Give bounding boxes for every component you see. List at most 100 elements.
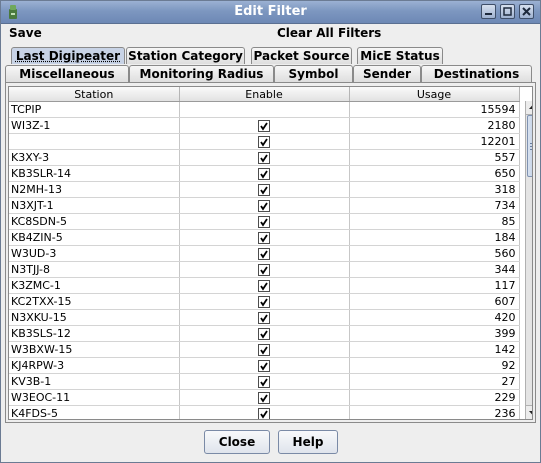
table-row[interactable]: N3XJT-1 734 bbox=[9, 197, 520, 214]
usage-cell[interactable]: 607 bbox=[349, 293, 520, 310]
table-row[interactable]: KB3SLR-14 650 bbox=[9, 165, 520, 182]
enable-cell[interactable] bbox=[179, 389, 350, 406]
table-row[interactable]: KB4ZIN-5 184 bbox=[9, 229, 520, 246]
title-bar[interactable]: Edit Filter bbox=[1, 1, 540, 24]
table-row[interactable]: K3ZMC-1 117 bbox=[9, 277, 520, 294]
table-row[interactable]: KC2TXX-15 607 bbox=[9, 293, 520, 310]
station-cell[interactable]: W3BXW-15 bbox=[9, 341, 180, 358]
table-row[interactable]: N2MH-13 318 bbox=[9, 181, 520, 198]
usage-cell[interactable]: 229 bbox=[349, 389, 520, 406]
enable-cell[interactable] bbox=[179, 101, 350, 118]
station-cell[interactable]: KC2TXX-15 bbox=[9, 293, 180, 310]
table-row[interactable]: WI3Z-1 2180 bbox=[9, 117, 520, 134]
tab-destinations[interactable]: Destinations bbox=[421, 65, 532, 82]
usage-cell[interactable]: 15594 bbox=[349, 101, 520, 118]
station-cell[interactable]: N3XKU-15 bbox=[9, 309, 180, 326]
enable-cell[interactable] bbox=[179, 197, 350, 214]
enable-checkbox[interactable] bbox=[258, 280, 270, 292]
station-cell[interactable]: K3XY-3 bbox=[9, 149, 180, 166]
station-cell[interactable] bbox=[9, 133, 180, 150]
station-cell[interactable]: KV3B-1 bbox=[9, 373, 180, 390]
tab-monitoring-radius[interactable]: Monitoring Radius bbox=[129, 65, 274, 82]
table-row[interactable]: K4FDS-5 236 bbox=[9, 405, 520, 419]
enable-checkbox[interactable] bbox=[258, 232, 270, 244]
usage-cell[interactable]: 650 bbox=[349, 165, 520, 182]
station-cell[interactable]: KJ4RPW-3 bbox=[9, 357, 180, 374]
vertical-scrollbar[interactable] bbox=[525, 101, 532, 419]
table-row[interactable]: W3UD-3 560 bbox=[9, 245, 520, 262]
table-row[interactable]: N3TJJ-8 344 bbox=[9, 261, 520, 278]
station-cell[interactable]: TCPIP bbox=[9, 101, 180, 118]
enable-cell[interactable] bbox=[179, 309, 350, 326]
station-cell[interactable]: K3ZMC-1 bbox=[9, 277, 180, 294]
station-cell[interactable]: K4FDS-5 bbox=[9, 405, 180, 419]
enable-checkbox[interactable] bbox=[258, 120, 270, 132]
enable-cell[interactable] bbox=[179, 277, 350, 294]
usage-cell[interactable]: 92 bbox=[349, 357, 520, 374]
usage-cell[interactable]: 344 bbox=[349, 261, 520, 278]
scroll-up-button[interactable] bbox=[526, 101, 532, 115]
usage-cell[interactable]: 117 bbox=[349, 277, 520, 294]
station-cell[interactable]: KC8SDN-5 bbox=[9, 213, 180, 230]
table-row[interactable]: KV3B-1 27 bbox=[9, 373, 520, 390]
usage-cell[interactable]: 142 bbox=[349, 341, 520, 358]
tab-last-digipeater[interactable]: Last Digipeater bbox=[11, 47, 125, 64]
enable-checkbox[interactable] bbox=[258, 344, 270, 356]
enable-cell[interactable] bbox=[179, 117, 350, 134]
usage-cell[interactable]: 236 bbox=[349, 405, 520, 419]
enable-checkbox[interactable] bbox=[258, 184, 270, 196]
enable-checkbox[interactable] bbox=[258, 200, 270, 212]
tab-symbol[interactable]: Symbol bbox=[274, 65, 353, 82]
close-button[interactable]: Close bbox=[204, 430, 270, 454]
tab-station-category[interactable]: Station Category bbox=[126, 47, 245, 64]
menu-clear-all-filters[interactable]: Clear All Filters bbox=[277, 26, 381, 40]
enable-checkbox[interactable] bbox=[258, 216, 270, 228]
station-cell[interactable]: W3UD-3 bbox=[9, 245, 180, 262]
maximize-button[interactable] bbox=[500, 4, 515, 19]
tab-sender[interactable]: Sender bbox=[353, 65, 421, 82]
enable-cell[interactable] bbox=[179, 133, 350, 150]
usage-cell[interactable]: 399 bbox=[349, 325, 520, 342]
header-usage[interactable]: Usage bbox=[349, 87, 520, 102]
station-cell[interactable]: KB4ZIN-5 bbox=[9, 229, 180, 246]
enable-checkbox[interactable] bbox=[258, 408, 270, 419]
tab-packet-source[interactable]: Packet Source bbox=[251, 47, 352, 64]
header-station[interactable]: Station bbox=[9, 87, 180, 102]
help-button[interactable]: Help bbox=[278, 430, 338, 454]
enable-checkbox[interactable] bbox=[258, 136, 270, 148]
table-row[interactable]: 12201 bbox=[9, 133, 520, 150]
enable-checkbox[interactable] bbox=[258, 152, 270, 164]
table-row[interactable]: N3XKU-15 420 bbox=[9, 309, 520, 326]
enable-cell[interactable] bbox=[179, 373, 350, 390]
enable-cell[interactable] bbox=[179, 341, 350, 358]
usage-cell[interactable]: 734 bbox=[349, 197, 520, 214]
enable-cell[interactable] bbox=[179, 261, 350, 278]
scroll-down-button[interactable] bbox=[526, 405, 532, 419]
tab-miscellaneous[interactable]: Miscellaneous bbox=[5, 65, 129, 82]
table-row[interactable]: KJ4RPW-3 92 bbox=[9, 357, 520, 374]
scroll-thumb[interactable] bbox=[527, 115, 532, 177]
station-cell[interactable]: W3EOC-11 bbox=[9, 389, 180, 406]
usage-cell[interactable]: 85 bbox=[349, 213, 520, 230]
usage-cell[interactable]: 318 bbox=[349, 181, 520, 198]
usage-cell[interactable]: 557 bbox=[349, 149, 520, 166]
enable-cell[interactable] bbox=[179, 245, 350, 262]
table-row[interactable]: KC8SDN-5 85 bbox=[9, 213, 520, 230]
usage-cell[interactable]: 420 bbox=[349, 309, 520, 326]
close-window-button[interactable] bbox=[519, 4, 534, 19]
table-row[interactable]: W3EOC-11 229 bbox=[9, 389, 520, 406]
station-cell[interactable]: N2MH-13 bbox=[9, 181, 180, 198]
usage-cell[interactable]: 2180 bbox=[349, 117, 520, 134]
table-row[interactable]: KB3SLS-12 399 bbox=[9, 325, 520, 342]
table-row[interactable]: W3BXW-15 142 bbox=[9, 341, 520, 358]
enable-checkbox[interactable] bbox=[258, 168, 270, 180]
enable-cell[interactable] bbox=[179, 325, 350, 342]
enable-checkbox[interactable] bbox=[258, 360, 270, 372]
enable-cell[interactable] bbox=[179, 181, 350, 198]
enable-checkbox[interactable] bbox=[258, 296, 270, 308]
table-row[interactable]: K3XY-3 557 bbox=[9, 149, 520, 166]
station-cell[interactable]: KB3SLR-14 bbox=[9, 165, 180, 182]
usage-cell[interactable]: 12201 bbox=[349, 133, 520, 150]
usage-cell[interactable]: 560 bbox=[349, 245, 520, 262]
enable-cell[interactable] bbox=[179, 357, 350, 374]
